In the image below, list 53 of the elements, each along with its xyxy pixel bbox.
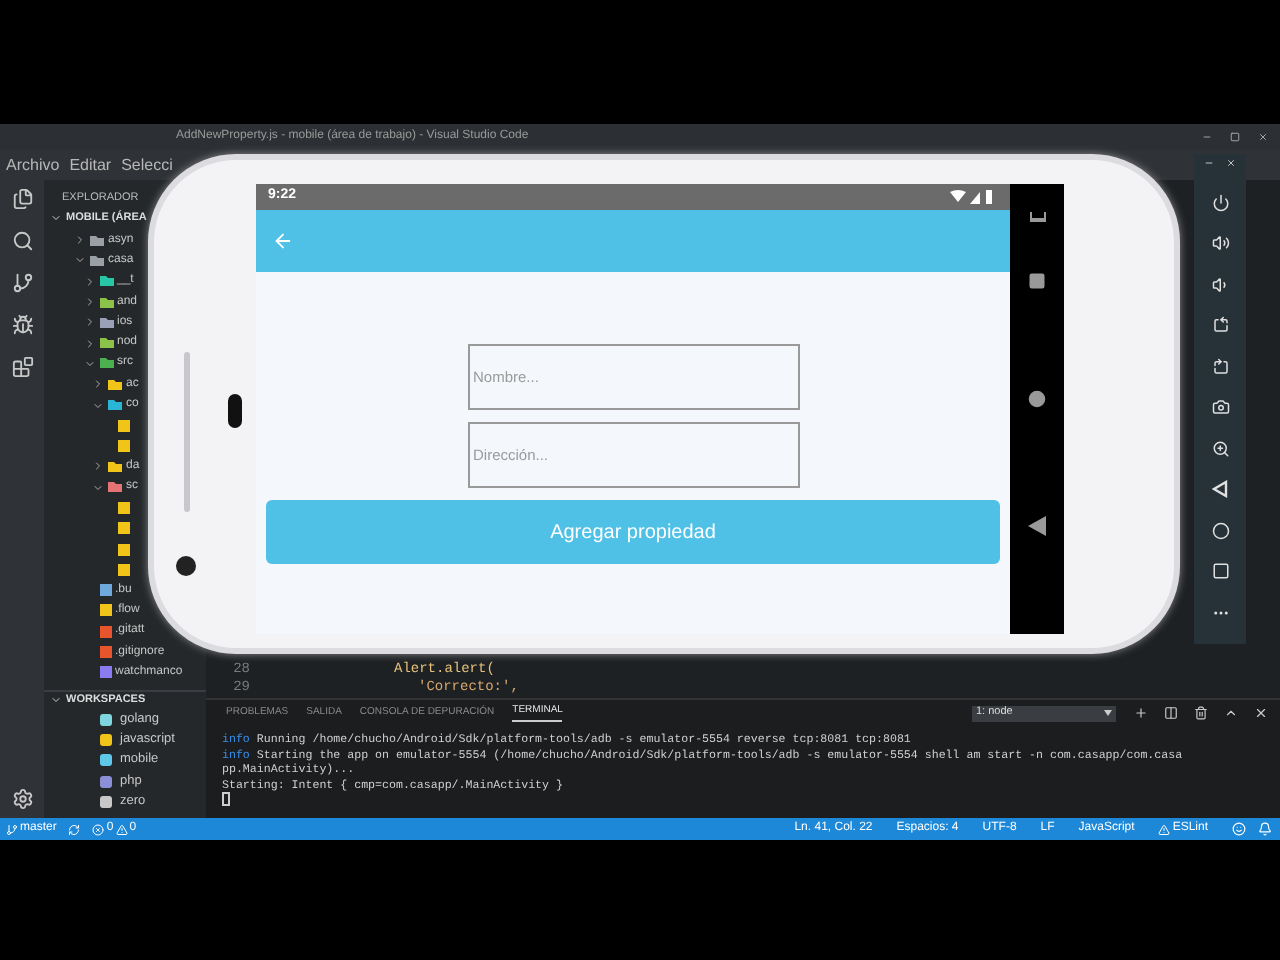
extensions-icon[interactable] [11,356,33,378]
caret-icon[interactable] [83,357,95,370]
maximize-panel-icon[interactable] [1224,706,1238,720]
settings-icon[interactable] [11,788,33,810]
caret-icon[interactable] [92,378,104,391]
caret-icon[interactable] [92,460,104,473]
camera-icon[interactable] [1211,398,1229,416]
sync-icon[interactable] [68,823,81,835]
add-icon[interactable] [1134,706,1148,720]
power-icon[interactable] [1211,193,1229,211]
trash-icon[interactable] [1194,706,1208,720]
menu-item[interactable]: Archivo [6,153,60,177]
warning-icon [1158,823,1171,835]
dropdown-caret-icon [1104,710,1112,716]
keyboard-icon[interactable] [1029,212,1045,222]
minimize-icon[interactable] [1202,132,1212,142]
branch-icon [6,823,18,835]
files-icon[interactable] [11,188,33,210]
menu-item[interactable]: Editar [69,153,112,177]
caret-icon[interactable] [83,275,95,288]
caret-icon[interactable] [83,296,95,309]
caret-icon[interactable] [74,234,86,247]
home-icon[interactable] [1028,390,1046,408]
caret-icon[interactable] [83,337,95,350]
error-icon [92,823,105,835]
smiley-icon[interactable] [1232,822,1246,836]
minimize-icon[interactable] [1204,158,1214,168]
back-icon[interactable] [1028,516,1046,536]
search-icon[interactable] [11,230,33,252]
volume-up-icon[interactable] [1211,234,1229,252]
overview-icon[interactable] [1028,272,1046,290]
warning-icon [115,823,128,835]
caret-icon[interactable] [83,316,95,329]
maximize-icon[interactable] [1230,132,1240,142]
close-icon[interactable] [1254,706,1268,720]
branch-icon[interactable] [11,272,33,294]
terminal-cursor [222,792,230,807]
menu-item[interactable]: Selecci [121,153,173,177]
caret-icon[interactable] [74,254,86,267]
bug-icon[interactable] [11,314,33,336]
rotate-left-icon[interactable] [1211,316,1229,334]
bell-icon[interactable] [1258,822,1272,836]
zoom-icon[interactable] [1211,439,1229,457]
volume-down-icon[interactable] [1211,275,1229,293]
status-icons [950,190,998,204]
front-camera [228,394,242,428]
rotate-right-icon[interactable] [1211,357,1229,375]
caret-icon[interactable] [50,212,62,224]
back-icon[interactable] [1212,480,1228,498]
split-icon[interactable] [1164,706,1178,720]
caret-icon[interactable] [92,481,104,494]
caret-icon[interactable] [92,399,104,412]
caret-icon[interactable] [50,694,62,707]
